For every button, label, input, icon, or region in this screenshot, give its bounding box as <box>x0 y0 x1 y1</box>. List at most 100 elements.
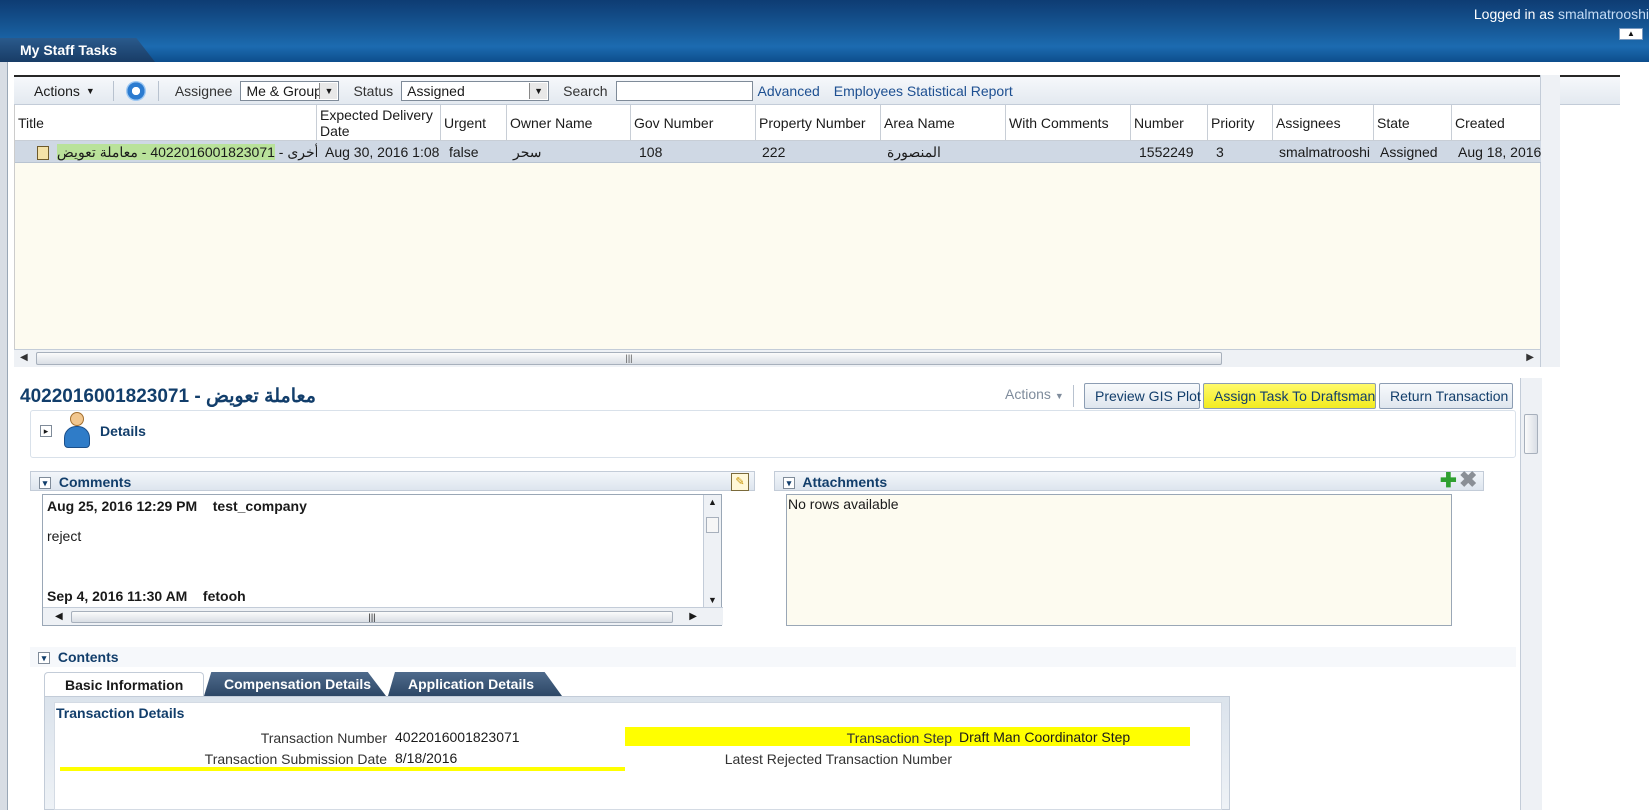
column-with-comments[interactable]: With Comments <box>1006 105 1131 141</box>
scrollbar-thumb[interactable]: ||| <box>36 352 1222 365</box>
cell-gov-number: 108 <box>639 144 663 160</box>
assign-task-to-draftsman-button[interactable]: Assign Task To Draftsman <box>1203 383 1376 409</box>
comments-header: ▾ Comments <box>30 471 755 491</box>
user-icon-head <box>70 412 84 426</box>
detail-vertical-scrollbar[interactable] <box>1520 378 1542 810</box>
cell-with-comments <box>1006 141 1131 163</box>
user-icon <box>62 410 92 450</box>
assignee-label: Assignee <box>174 82 233 99</box>
cell-title[interactable]: أخرى - 4022016001823071 - معاملة تعويض <box>31 141 317 163</box>
detail-actions-menu[interactable]: Actions ▼ <box>1005 386 1064 402</box>
transaction-submission-value: 8/18/2016 <box>395 750 458 766</box>
tab-application-details[interactable]: Application Details <box>388 672 562 696</box>
comment-header: Sep 4, 2016 11:30 AM fetooh <box>47 588 246 604</box>
scroll-down-icon[interactable]: ▼ <box>708 595 717 605</box>
comment-user: test_company <box>212 498 307 514</box>
row-highlight <box>60 767 625 771</box>
details-label[interactable]: Details <box>100 423 146 439</box>
tab-my-staff-tasks[interactable]: My Staff Tasks <box>0 38 155 62</box>
scrollbar-thumb[interactable]: ||| <box>71 611 673 623</box>
login-username[interactable]: smalmatrooshi <box>1558 6 1649 22</box>
detail-actions-label: Actions <box>1005 386 1051 402</box>
cell-priority: 3 <box>1216 144 1224 160</box>
scroll-up-icon[interactable]: ▲ <box>708 497 717 507</box>
scroll-left-icon[interactable]: ◀ <box>55 611 63 622</box>
cell-urgent: false <box>449 144 479 160</box>
actions-menu-button[interactable]: Actions ▼ <box>14 83 113 99</box>
attachments-empty-text: No rows available <box>788 496 899 512</box>
search-input[interactable] <box>615 80 753 101</box>
transaction-details-title: Transaction Details <box>56 705 185 721</box>
add-comment-icon[interactable]: ✎ <box>731 473 749 491</box>
scrollbar-thumb[interactable] <box>706 517 719 533</box>
collapse-comments-icon[interactable]: ▾ <box>39 477 51 490</box>
column-property-number[interactable]: Property Number <box>756 105 881 141</box>
column-gov-number[interactable]: Gov Number <box>631 105 756 141</box>
add-attachment-icon[interactable]: ✚ <box>1440 471 1457 491</box>
column-assignees[interactable]: Assignees <box>1273 105 1374 141</box>
column-priority[interactable]: Priority <box>1208 105 1273 141</box>
top-banner <box>0 0 1649 62</box>
comment-date: Aug 25, 2016 12:29 PM <box>47 498 198 514</box>
comment-user: fetooh <box>202 588 246 604</box>
task-icon <box>37 146 49 161</box>
cell-state: Assigned <box>1380 144 1438 160</box>
attachments-title: Attachments <box>802 474 888 490</box>
column-state[interactable]: State <box>1374 105 1452 141</box>
assignee-select[interactable]: Me & Group ▼ <box>240 80 340 101</box>
left-splitter[interactable] <box>0 62 8 810</box>
grid-vertical-scrollbar[interactable] <box>1540 75 1560 367</box>
delete-attachment-icon[interactable]: ✖ <box>1459 469 1477 491</box>
collapse-attachments-icon[interactable]: ▾ <box>783 477 795 490</box>
details-section <box>30 410 1516 458</box>
chevron-down-icon[interactable]: ▼ <box>529 82 548 99</box>
login-status: Logged in as smalmatrooshi <box>1474 6 1649 22</box>
preview-gis-plot-button[interactable]: Preview GIS Plot <box>1084 383 1201 409</box>
chevron-down-icon[interactable]: ▼ <box>319 82 338 99</box>
return-transaction-button[interactable]: Return Transaction <box>1379 383 1513 409</box>
column-area-name[interactable]: Area Name <box>881 105 1006 141</box>
cell-expected-delivery: Aug 30, 2016 1:08 P <box>325 144 441 160</box>
chevron-down-icon: ▼ <box>85 85 95 96</box>
column-expected-delivery[interactable]: Expected Delivery Date <box>317 105 441 141</box>
contents-title: Contents <box>57 649 119 665</box>
comment-header: Aug 25, 2016 12:29 PM test_company <box>47 498 307 514</box>
collapse-header-icon[interactable]: ▲ <box>1619 28 1643 40</box>
status-value: Assigned <box>407 82 465 99</box>
transaction-submission-label: Transaction Submission Date <box>204 751 387 767</box>
cell-number: 1552249 <box>1139 144 1194 160</box>
scroll-right-icon[interactable]: ▶ <box>689 611 697 622</box>
scrollbar-thumb[interactable] <box>1524 414 1538 454</box>
tab-compensation-details[interactable]: Compensation Details <box>204 672 386 696</box>
comments-vertical-scrollbar[interactable]: ▲ ▼ <box>703 495 721 607</box>
attachments-list: No rows available <box>786 494 1452 626</box>
comments-horizontal-scrollbar[interactable]: ◀ ||| ▶ <box>43 607 723 625</box>
tab-basic-information[interactable]: Basic Information <box>44 672 204 696</box>
transaction-number-value: 4022016001823071 <box>395 729 520 745</box>
status-select[interactable]: Assigned ▼ <box>401 80 550 101</box>
column-title[interactable]: Title <box>15 105 317 141</box>
latest-rejected-label: Latest Rejected Transaction Number <box>724 751 952 767</box>
status-label: Status <box>353 82 394 99</box>
title-highlight: 4022016001823071 - معاملة تعويض <box>56 144 275 160</box>
employees-report-link[interactable]: Employees Statistical Report <box>834 83 1013 99</box>
cell-property-number: 222 <box>762 144 786 160</box>
expand-details-icon[interactable]: ▸ <box>40 425 52 437</box>
grid-header: Title Expected Delivery Date Urgent Owne… <box>15 105 1541 141</box>
column-number[interactable]: Number <box>1131 105 1208 141</box>
comments-list: Aug 25, 2016 12:29 PM test_company rejec… <box>42 494 723 626</box>
task-grid: Title Expected Delivery Date Urgent Owne… <box>14 105 1541 367</box>
scroll-left-icon[interactable]: ◀ <box>20 352 28 363</box>
column-owner-name[interactable]: Owner Name <box>507 105 631 141</box>
attachments-header: ▾ Attachments <box>774 471 1484 491</box>
column-urgent[interactable]: Urgent <box>441 105 507 141</box>
assignee-value: Me & Group <box>246 82 322 99</box>
scroll-right-icon[interactable]: ▶ <box>1526 352 1534 363</box>
table-row[interactable]: أخرى - 4022016001823071 - معاملة تعويض A… <box>15 141 1541 163</box>
collapse-contents-icon[interactable]: ▾ <box>38 652 50 665</box>
advanced-search-link[interactable]: Advanced <box>758 83 820 99</box>
column-created[interactable]: Created <box>1452 105 1541 141</box>
user-icon-body <box>64 426 90 448</box>
grid-horizontal-scrollbar[interactable]: ◀ ||| ▶ <box>14 349 1540 367</box>
refresh-icon[interactable] <box>125 80 146 101</box>
